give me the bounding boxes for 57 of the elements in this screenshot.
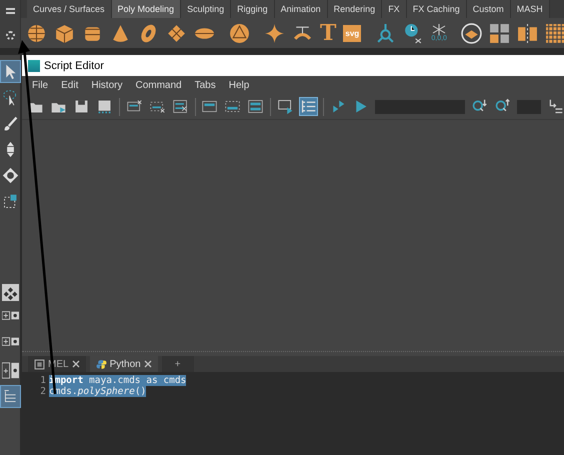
shelf-tab[interactable]: FX (382, 0, 407, 18)
clear-icon[interactable] (172, 98, 188, 115)
sphere-icon[interactable] (26, 22, 47, 44)
line-field[interactable] (517, 100, 541, 114)
rotate-icon[interactable] (0, 165, 20, 186)
polyhedron-icon[interactable] (229, 22, 250, 44)
mel-icon (34, 358, 45, 370)
menu-item[interactable]: History (91, 80, 122, 90)
add-tab-button[interactable]: + (162, 356, 194, 372)
text-tool[interactable]: T (320, 23, 336, 43)
menu-item[interactable]: File (32, 80, 48, 90)
shelf-tab[interactable]: FX Caching (406, 0, 467, 18)
cone-icon[interactable] (110, 22, 131, 44)
save-icon[interactable] (73, 98, 90, 115)
panel-icon[interactable] (224, 98, 241, 115)
line-number: 1 (39, 375, 47, 386)
dot-grid-icon[interactable] (545, 22, 564, 44)
plane-icon[interactable] (166, 22, 187, 44)
menu-icon[interactable] (6, 8, 14, 14)
arrow-cursor-icon[interactable] (0, 61, 20, 82)
snowflake-icon[interactable] (431, 24, 448, 34)
pivot-icon[interactable] (375, 22, 396, 44)
search-field[interactable] (375, 100, 465, 114)
save-icon[interactable] (96, 98, 113, 115)
shelf-tab[interactable]: Sculpting (181, 0, 232, 18)
outliner-icon[interactable] (0, 386, 20, 407)
panel-icon[interactable] (201, 98, 218, 115)
app-logo-icon (28, 60, 40, 72)
cube-icon[interactable] (54, 22, 75, 44)
menu-item[interactable]: Command (135, 80, 182, 90)
shelf-tab[interactable]: Rigging (231, 0, 275, 18)
window-title: Script Editor (44, 60, 104, 72)
python-icon (96, 358, 107, 370)
close-icon[interactable] (144, 360, 152, 368)
blocks-icon[interactable] (517, 22, 538, 44)
shelf-tab[interactable]: Curves / Surfaces (27, 0, 112, 18)
shelf-tab[interactable]: Animation (274, 0, 328, 18)
menu-item[interactable]: Help (228, 80, 250, 90)
menu-item[interactable]: Tabs (194, 80, 216, 90)
line-number: 2 (39, 386, 47, 397)
panel-icon[interactable] (247, 98, 264, 115)
shelf-tab[interactable]: MASH (510, 0, 550, 18)
layout-icon[interactable] (0, 282, 20, 303)
close-icon[interactable] (72, 360, 80, 368)
star-icon[interactable] (264, 22, 285, 44)
shelf-tab[interactable]: Custom (466, 0, 511, 18)
settings-icon[interactable] (6, 30, 14, 40)
squares-icon[interactable] (489, 22, 510, 44)
echo-icon[interactable] (276, 98, 294, 115)
shelf-tab[interactable]: Rendering (328, 0, 382, 18)
menu-item[interactable]: Edit (61, 80, 78, 90)
shelf-tab[interactable]: Poly Modeling (112, 0, 182, 18)
goto-icon[interactable] (547, 98, 564, 115)
list-icon[interactable] (300, 98, 316, 115)
plus-icon[interactable] (0, 360, 20, 381)
layers-icon[interactable] (461, 22, 482, 44)
editor-tab[interactable]: Python (90, 356, 158, 372)
